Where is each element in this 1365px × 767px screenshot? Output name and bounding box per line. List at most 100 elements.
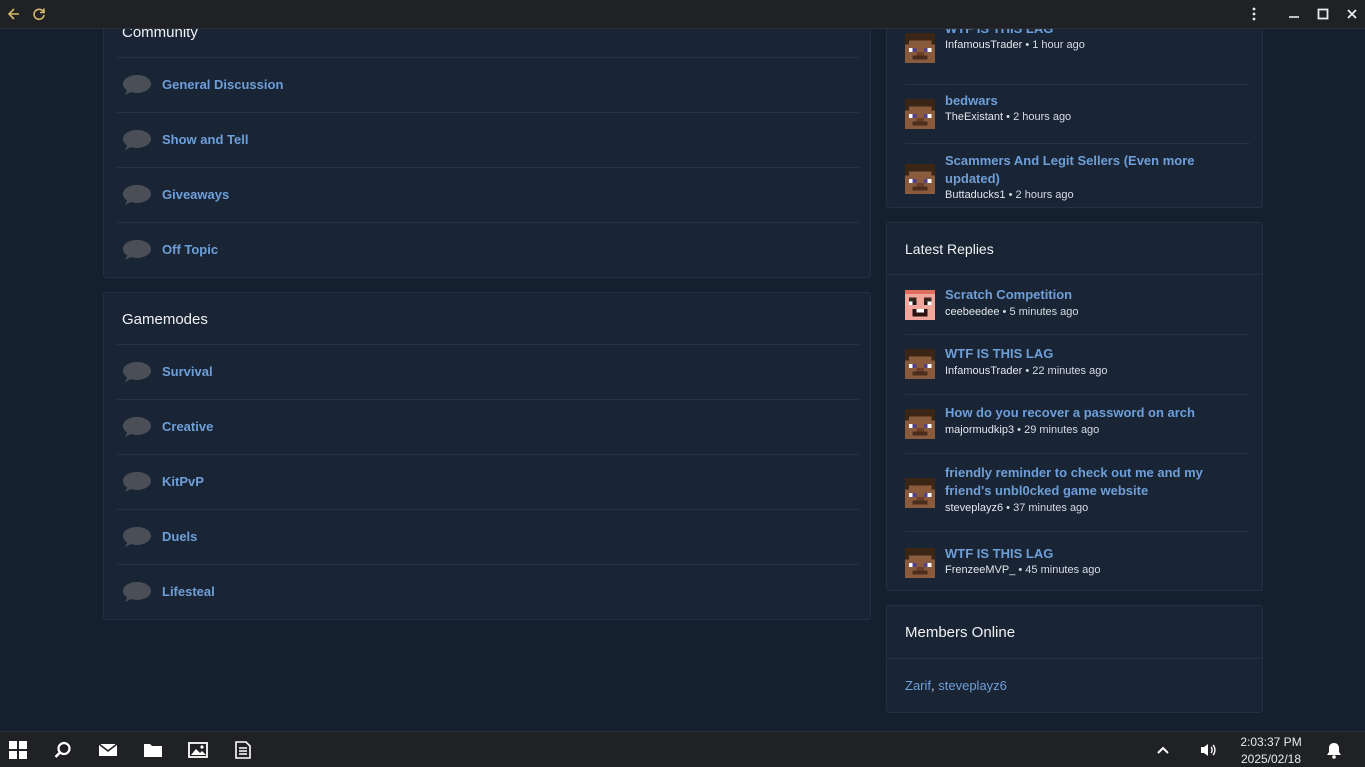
more-vertical-icon[interactable] [1244, 4, 1264, 24]
reply-author[interactable]: ceebeedee [945, 306, 999, 318]
chevron-up-icon[interactable] [1152, 739, 1174, 761]
arrow-left-icon[interactable] [4, 4, 24, 24]
page-content: Community General Discussion Show and Te… [0, 29, 1365, 731]
reply-time: 29 minutes ago [1024, 424, 1100, 436]
reply-meta: InfamousTrader • 22 minutes ago [945, 365, 1107, 377]
browser-title-bar [0, 0, 1365, 29]
thread-meta: InfamousTrader • 1 hour ago [945, 39, 1085, 51]
member-link[interactable]: Zarif [905, 678, 931, 693]
thread-time: 2 hours ago [1013, 111, 1072, 123]
volume-icon[interactable] [1197, 739, 1219, 761]
chat-bubble-icon [123, 527, 151, 547]
photos-icon[interactable] [187, 739, 209, 761]
taskbar: 2:03:37 PM 2025/02/18 [0, 731, 1365, 767]
forum-row-off-topic[interactable]: Off Topic [116, 222, 860, 277]
windows-start-icon[interactable] [7, 739, 29, 761]
forum-row-duels[interactable]: Duels [116, 509, 860, 564]
reply-time: 22 minutes ago [1032, 365, 1108, 377]
reply-time: 5 minutes ago [1009, 306, 1079, 318]
clock-date: 2025/02/18 [1240, 752, 1302, 766]
members-list: Zarif, steveplayz6 [905, 678, 1007, 693]
chat-bubble-icon [123, 75, 151, 95]
reply-item[interactable]: friendly reminder to check out me and my… [905, 453, 1250, 531]
meta-separator: • [1006, 502, 1011, 514]
thread-title[interactable]: bedwars [945, 92, 1215, 110]
reply-item[interactable]: WTF IS THIS LAG FrenzeeMVP_ • 45 minutes… [905, 531, 1250, 589]
reply-author[interactable]: InfamousTrader [945, 365, 1022, 377]
reply-title[interactable]: friendly reminder to check out me and my… [945, 464, 1215, 500]
reply-meta: FrenzeeMVP_ • 45 minutes ago [945, 564, 1101, 576]
panel-divider [887, 658, 1262, 659]
member-separator: , [931, 678, 935, 693]
reply-item[interactable]: How do you recover a password on arch ma… [905, 394, 1250, 453]
thread-title[interactable]: WTF IS THIS LAG [945, 29, 1215, 38]
reply-item[interactable]: Scratch Competition ceebeedee • 5 minute… [905, 275, 1250, 334]
folder-icon[interactable] [142, 739, 164, 761]
gamemodes-title: Gamemodes [122, 311, 208, 328]
members-online-title: Members Online [905, 624, 1016, 641]
forum-link[interactable]: General Discussion [162, 77, 283, 92]
thread-author[interactable]: TheExistant [945, 111, 1003, 123]
forum-link[interactable]: KitPvP [162, 474, 204, 489]
document-icon[interactable] [232, 739, 254, 761]
forum-link[interactable]: Creative [162, 419, 213, 434]
reply-author[interactable]: FrenzeeMVP_ [945, 564, 1015, 576]
chat-bubble-icon [123, 362, 151, 382]
reply-title[interactable]: WTF IS THIS LAG [945, 545, 1215, 563]
maximize-icon[interactable] [1313, 4, 1333, 24]
forum-row-giveaways[interactable]: Giveaways [116, 167, 860, 222]
forum-link[interactable]: Giveaways [162, 187, 229, 202]
minimize-icon[interactable] [1284, 4, 1304, 24]
reply-time: 37 minutes ago [1013, 502, 1089, 514]
community-panel: Community General Discussion Show and Te… [103, 29, 871, 278]
forum-row-show-and-tell[interactable]: Show and Tell [116, 112, 860, 167]
reply-title[interactable]: How do you recover a password on arch [945, 404, 1215, 422]
close-icon[interactable] [1342, 4, 1362, 24]
meta-separator: • [1017, 424, 1022, 436]
thread-item[interactable]: bedwars TheExistant • 2 hours ago [905, 84, 1250, 143]
clock-time: 2:03:37 PM [1240, 735, 1302, 749]
system-clock[interactable]: 2:03:37 PM 2025/02/18 [1226, 734, 1316, 767]
member-link[interactable]: steveplayz6 [938, 678, 1007, 693]
forum-link[interactable]: Off Topic [162, 242, 218, 257]
chat-bubble-icon [123, 472, 151, 492]
gamemodes-panel: Gamemodes Survival Creative KitPvP Duels… [103, 292, 871, 620]
steve-avatar-icon [905, 478, 935, 508]
forum-link[interactable]: Lifesteal [162, 584, 215, 599]
chat-bubble-icon [123, 185, 151, 205]
forum-link[interactable]: Duels [162, 529, 197, 544]
notification-bell-icon[interactable] [1323, 739, 1345, 761]
latest-threads-panel: WTF IS THIS LAG InfamousTrader • 1 hour … [886, 29, 1263, 208]
forum-row-general-discussion[interactable]: General Discussion [116, 57, 860, 112]
reply-meta: ceebeedee • 5 minutes ago [945, 306, 1079, 318]
thread-time: 1 hour ago [1032, 39, 1085, 51]
reply-author[interactable]: steveplayz6 [945, 502, 1003, 514]
forum-link[interactable]: Survival [162, 364, 213, 379]
steve-avatar-icon [905, 164, 935, 194]
reply-meta: majormudkip3 • 29 minutes ago [945, 424, 1099, 436]
forum-row-lifesteal[interactable]: Lifesteal [116, 564, 860, 619]
meta-separator: • [1006, 111, 1011, 123]
thread-item[interactable]: WTF IS THIS LAG InfamousTrader • 1 hour … [905, 29, 1250, 84]
reply-title[interactable]: WTF IS THIS LAG [945, 345, 1215, 363]
thread-title[interactable]: Scammers And Legit Sellers (Even more up… [945, 152, 1215, 188]
community-title: Community [122, 29, 198, 41]
forum-row-kitpvp[interactable]: KitPvP [116, 454, 860, 509]
forum-row-creative[interactable]: Creative [116, 399, 860, 454]
steve-avatar-icon [905, 409, 935, 439]
thread-author[interactable]: InfamousTrader [945, 39, 1022, 51]
reply-author[interactable]: majormudkip3 [945, 424, 1014, 436]
thread-author[interactable]: Buttaducks1 [945, 189, 1006, 201]
steve-avatar-icon [905, 548, 935, 578]
thread-meta: TheExistant • 2 hours ago [945, 111, 1071, 123]
forum-link[interactable]: Show and Tell [162, 132, 248, 147]
search-icon[interactable] [52, 739, 74, 761]
thread-item[interactable]: Scammers And Legit Sellers (Even more up… [905, 143, 1250, 207]
reload-icon[interactable] [29, 4, 49, 24]
forum-row-survival[interactable]: Survival [116, 344, 860, 399]
reply-item[interactable]: WTF IS THIS LAG InfamousTrader • 22 minu… [905, 334, 1250, 394]
meta-separator: • [1025, 39, 1030, 51]
mail-icon[interactable] [97, 739, 119, 761]
meta-separator: • [1025, 365, 1030, 377]
reply-title[interactable]: Scratch Competition [945, 286, 1215, 304]
